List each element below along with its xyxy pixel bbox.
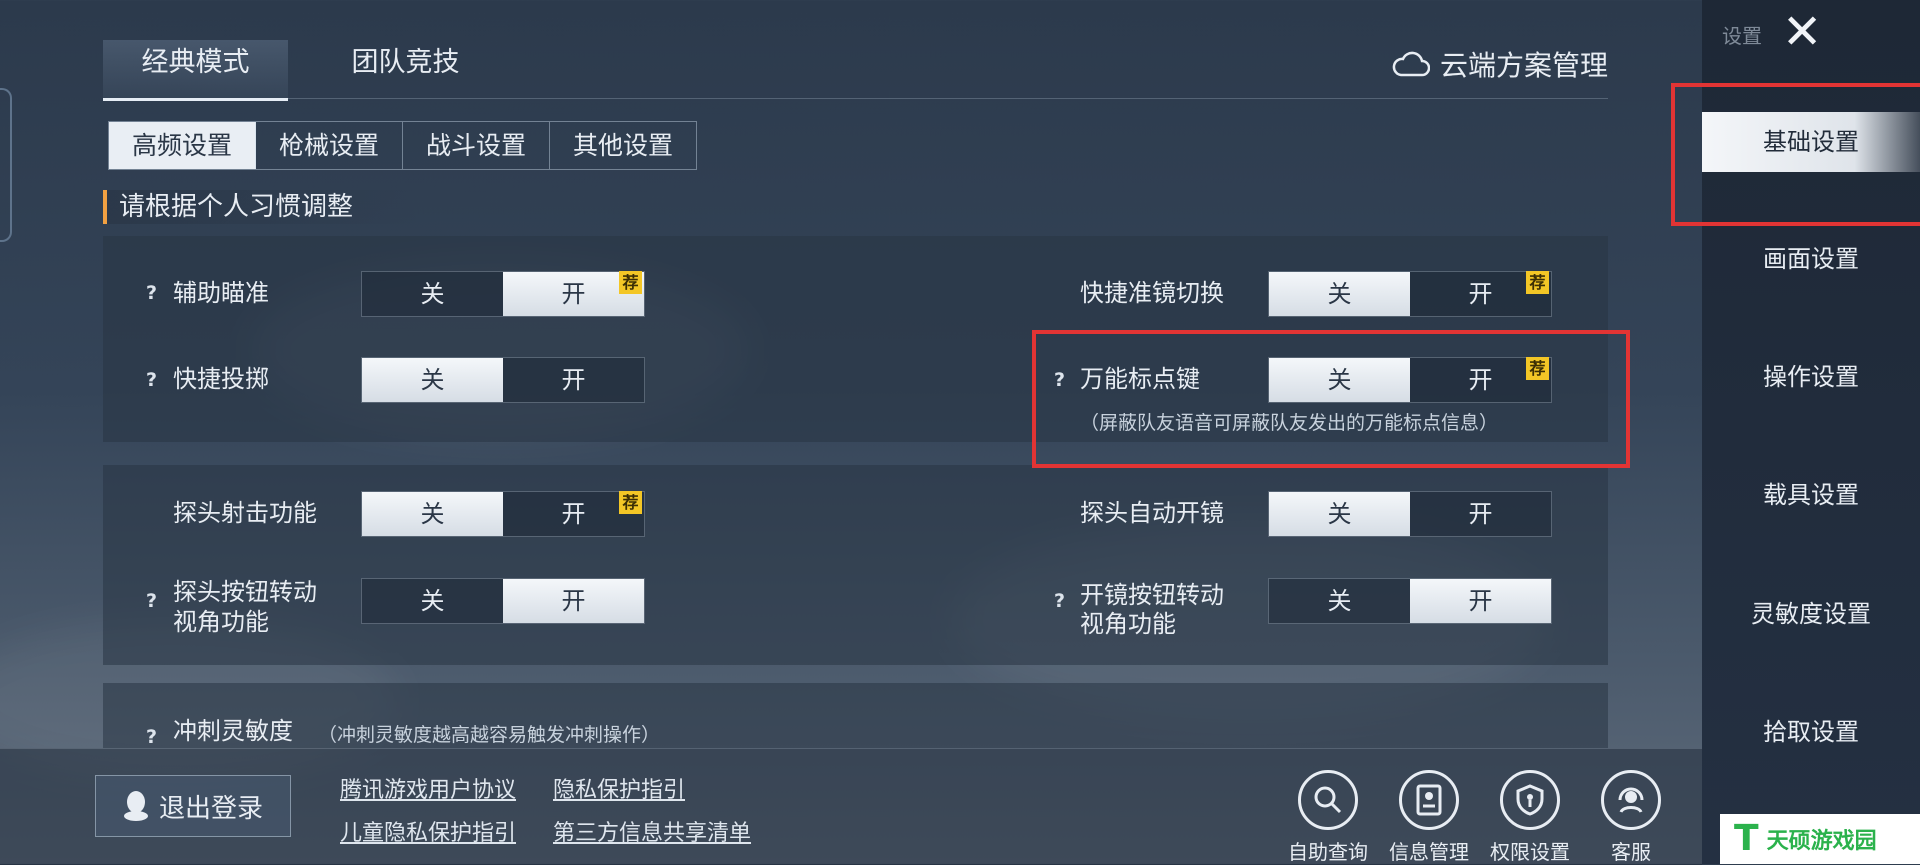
sprint-sensitivity-note: （冲刺灵敏度越高越容易触发冲刺操作） <box>318 724 661 746</box>
sidebar-item-vehicle[interactable]: 载具设置 <box>1702 465 1920 525</box>
sidebar-item-sensitivity[interactable]: 灵敏度设置 <box>1702 584 1920 644</box>
link-user-agreement[interactable]: 腾讯游戏用户协议 <box>340 772 516 804</box>
sprint-sensitivity-label: 冲刺灵敏度 <box>173 717 293 745</box>
quick-throw-off[interactable]: 关 <box>362 358 503 402</box>
info-management-button[interactable]: 信息管理 <box>1379 770 1479 865</box>
help-icon[interactable]: ? <box>146 726 157 748</box>
customer-service-button[interactable]: 客服 <box>1581 770 1681 865</box>
watermark-logo: T 天硕游戏园 <box>1720 814 1920 864</box>
sidebar-item-graphics[interactable]: 画面设置 <box>1702 229 1920 289</box>
watermark-t-logo: T <box>1734 818 1759 859</box>
subtab-other[interactable]: 其他设置 <box>550 122 696 169</box>
link-third-party-sharing[interactable]: 第三方信息共享清单 <box>553 815 751 847</box>
peek-auto-scope-off[interactable]: 关 <box>1269 492 1410 536</box>
quick-throw-on[interactable]: 开 <box>503 358 644 402</box>
info-management-label: 信息管理 <box>1389 840 1469 864</box>
permission-settings-label: 权限设置 <box>1490 840 1570 864</box>
shield-key-icon <box>1516 784 1544 816</box>
link-privacy-guide[interactable]: 隐私保护指引 <box>553 772 685 804</box>
mode-tabs: 经典模式 团队竞技 云端方案管理 <box>103 40 1608 101</box>
quick-throw-label: 快捷投掷 <box>173 365 269 393</box>
scope-button-rotate-on[interactable]: 开 <box>1410 579 1551 623</box>
help-icon[interactable]: ? <box>146 590 157 612</box>
peek-button-rotate-toggle[interactable]: 关 开 <box>361 578 645 624</box>
sidebar-title: 设置 <box>1722 24 1762 48</box>
subtab-high-frequency[interactable]: 高频设置 <box>109 122 256 169</box>
help-icon[interactable]: ? <box>146 369 157 391</box>
aim-assist-toggle[interactable]: 关 开 荐 <box>361 271 645 317</box>
logout-label: 退出登录 <box>158 793 263 824</box>
help-icon[interactable]: ? <box>1054 369 1065 391</box>
scope-button-rotate-label-2: 视角功能 <box>1080 610 1176 638</box>
peek-fire-toggle[interactable]: 关 开 荐 <box>361 491 645 537</box>
sidebar-item-controls[interactable]: 操作设置 <box>1702 347 1920 407</box>
aim-assist-off[interactable]: 关 <box>362 272 503 316</box>
help-icon[interactable]: ? <box>1054 590 1065 612</box>
tab-classic-mode[interactable]: 经典模式 <box>103 40 288 101</box>
peek-button-rotate-label-2: 视角功能 <box>173 608 269 636</box>
left-edge-handle[interactable] <box>0 88 12 242</box>
universal-marker-label: 万能标点键 <box>1080 365 1200 393</box>
customer-service-label: 客服 <box>1611 840 1651 864</box>
cloud-icon <box>1392 51 1430 77</box>
subtab-firearms[interactable]: 枪械设置 <box>256 122 403 169</box>
tab-team-arena[interactable]: 团队竞技 <box>313 40 498 98</box>
cloud-plan-management-label: 云端方案管理 <box>1439 49 1608 82</box>
peek-fire-label: 探头射击功能 <box>173 499 317 527</box>
qq-penguin-icon <box>123 791 148 821</box>
self-service-query-button[interactable]: 自助查询 <box>1278 770 1378 865</box>
peek-auto-scope-on[interactable]: 开 <box>1410 492 1551 536</box>
logout-button[interactable]: 退出登录 <box>95 775 291 837</box>
headset-icon <box>1618 787 1644 813</box>
quick-scope-switch-off[interactable]: 关 <box>1269 272 1410 316</box>
peek-button-rotate-on[interactable]: 开 <box>503 579 644 623</box>
id-card-icon <box>1416 784 1442 816</box>
scope-button-rotate-off[interactable]: 关 <box>1269 579 1410 623</box>
peek-auto-scope-toggle[interactable]: 关 开 <box>1268 491 1552 537</box>
settings-subtabs: 高频设置 枪械设置 战斗设置 其他设置 <box>108 121 697 170</box>
scope-button-rotate-toggle[interactable]: 关 开 <box>1268 578 1552 624</box>
quick-scope-switch-label: 快捷准镜切换 <box>1080 279 1224 307</box>
magnifier-icon <box>1314 786 1342 814</box>
self-service-query-label: 自助查询 <box>1288 840 1368 864</box>
peek-button-rotate-off[interactable]: 关 <box>362 579 503 623</box>
universal-marker-toggle[interactable]: 关 开 荐 <box>1268 357 1552 403</box>
peek-auto-scope-label: 探头自动开镜 <box>1080 499 1224 527</box>
recommend-badge: 荐 <box>1526 357 1549 380</box>
adjust-hint: 请根据个人习惯调整 <box>103 190 419 224</box>
sidebar-item-basic[interactable]: 基础设置 <box>1702 112 1920 172</box>
scope-button-rotate-label-1: 开镜按钮转动 <box>1080 581 1224 609</box>
subtab-combat[interactable]: 战斗设置 <box>403 122 550 169</box>
permission-settings-button[interactable]: 权限设置 <box>1480 770 1580 865</box>
quick-scope-switch-toggle[interactable]: 关 开 荐 <box>1268 271 1552 317</box>
close-icon[interactable]: ✕ <box>1782 8 1822 56</box>
quick-throw-toggle[interactable]: 关 开 <box>361 357 645 403</box>
peek-button-rotate-label-1: 探头按钮转动 <box>173 578 317 606</box>
cloud-plan-management-button[interactable]: 云端方案管理 <box>1392 44 1608 84</box>
watermark-text: 天硕游戏园 <box>1766 829 1877 854</box>
peek-fire-off[interactable]: 关 <box>362 492 503 536</box>
recommend-badge: 荐 <box>619 491 642 514</box>
sidebar-item-pickup[interactable]: 拾取设置 <box>1702 702 1920 762</box>
help-icon[interactable]: ? <box>146 282 157 304</box>
settings-sidebar: 设置 ✕ 基础设置 画面设置 操作设置 载具设置 灵敏度设置 拾取设置 <box>1702 0 1920 864</box>
recommend-badge: 荐 <box>1526 271 1549 294</box>
universal-marker-note: （屏蔽队友语音可屏蔽队友发出的万能标点信息） <box>1080 412 1499 434</box>
recommend-badge: 荐 <box>619 271 642 294</box>
universal-marker-off[interactable]: 关 <box>1269 358 1410 402</box>
link-child-privacy[interactable]: 儿童隐私保护指引 <box>340 815 516 847</box>
aim-assist-label: 辅助瞄准 <box>173 279 269 307</box>
